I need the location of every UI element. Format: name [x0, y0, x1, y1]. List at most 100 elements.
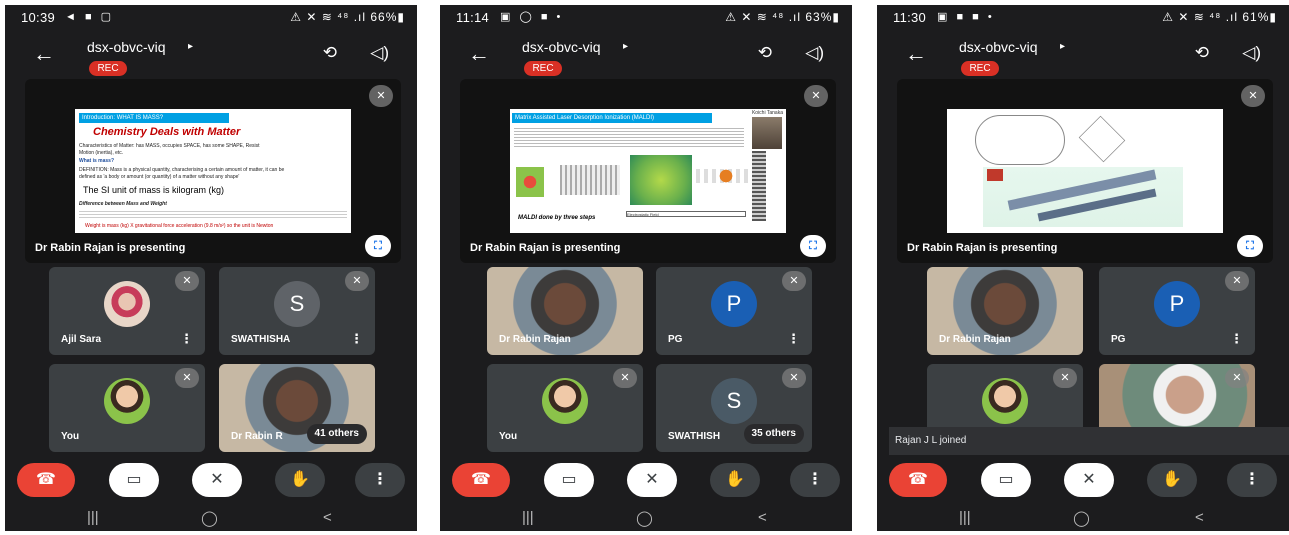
notification-icons: ▣ ■ ■ • [937, 11, 995, 23]
avatar: S [711, 377, 757, 424]
participant-name: You [499, 431, 518, 442]
camera-off-button[interactable]: ▭ [109, 463, 159, 497]
speaker-icon[interactable]: ◁) [805, 43, 824, 63]
more-options-icon[interactable]: ⋮ [787, 331, 800, 347]
switch-camera-icon[interactable]: ⟲ [758, 43, 772, 63]
nav-back-icon[interactable]: < [758, 509, 767, 526]
recording-badge: REC [524, 61, 562, 76]
meeting-code[interactable]: dsx-obvc-viq [959, 39, 1038, 55]
slide-diagram [516, 167, 544, 197]
meeting-code[interactable]: dsx-obvc-viq [522, 39, 601, 55]
participant-name: SWATHISHA [231, 334, 291, 345]
presenter-label: Dr Rabin Rajan is presenting [907, 242, 1058, 254]
participant-tile[interactable]: Dr Rabin R 41 others [219, 364, 375, 452]
slide-text: What is mass? [79, 158, 115, 164]
mic-off-icon: ✕ [1225, 271, 1249, 291]
slide-text: Difference between Mass and Weight [79, 201, 167, 207]
mic-off-icon: ✕ [782, 271, 806, 291]
camera-off-button[interactable]: ▭ [981, 463, 1031, 497]
recent-apps-icon[interactable]: ||| [522, 509, 534, 526]
raise-hand-button[interactable]: ✋ [275, 463, 325, 497]
avatar [104, 377, 150, 424]
switch-camera-icon[interactable]: ⟲ [1195, 43, 1209, 63]
phone-screen-3: 11:30 ▣ ■ ■ • ⚠ ✕ ≋ ⁴⁸ .ıl 61%▮ ← dsx-ob… [877, 5, 1289, 531]
participant-name: Dr Rabin R [231, 431, 283, 442]
end-call-button[interactable]: ☎ [452, 463, 510, 497]
fullscreen-icon[interactable]: ⛶ [365, 235, 391, 257]
mic-off-button[interactable]: ✕ [627, 463, 677, 497]
slide-text: Motion (inertia), etc. [79, 150, 124, 156]
status-bar: 11:14 ▣ ◯ ■ • ⚠ ✕ ≋ ⁴⁸ .ıl 63%▮ [440, 5, 852, 29]
participant-tile[interactable]: ✕ P PG ⋮ [1099, 267, 1255, 355]
avatar: P [711, 280, 757, 327]
meeting-code[interactable]: dsx-obvc-viq [87, 39, 166, 55]
participant-tile[interactable]: ✕ You [487, 364, 643, 452]
caret-right-icon[interactable]: ▸ [1060, 41, 1065, 52]
slide-portrait [752, 117, 782, 149]
join-notification: Rajan J L joined [889, 427, 1289, 455]
participant-tile[interactable]: Dr Rabin Rajan [487, 267, 643, 355]
participant-tile[interactable]: ✕ S SWATHISHA ⋮ [219, 267, 375, 355]
slide-diagram [560, 165, 620, 195]
speaker-icon[interactable]: ◁) [370, 43, 389, 63]
slide-logo [987, 169, 1003, 181]
raise-hand-button[interactable]: ✋ [1147, 463, 1197, 497]
slide-text: DEFINITION: Mass is a physical quantity,… [79, 167, 285, 173]
slide-paragraph [79, 209, 347, 219]
slide-si-unit: The SI unit of mass is kilogram (kg) [83, 185, 225, 195]
participant-tile[interactable]: ✕ You [49, 364, 205, 452]
end-call-button[interactable]: ☎ [889, 463, 947, 497]
participant-tile[interactable]: ✕ Ajil Sara ⋮ [49, 267, 205, 355]
recent-apps-icon[interactable]: ||| [959, 509, 971, 526]
notification-icons: ◄ ■ ▢ [65, 11, 115, 23]
end-call-button[interactable]: ☎ [17, 463, 75, 497]
home-icon[interactable]: ◯ [1073, 509, 1090, 527]
caret-right-icon[interactable]: ▸ [188, 41, 193, 52]
speaker-icon[interactable]: ◁) [1242, 43, 1261, 63]
home-icon[interactable]: ◯ [636, 509, 653, 527]
status-time: 11:30 [893, 10, 927, 25]
presentation-tile[interactable]: ✕ Matrix Assisted Laser Desorption Ioniz… [460, 79, 836, 263]
presentation-tile[interactable]: ✕ Dr Rabin Rajan is presenting ⛶ [897, 79, 1273, 263]
call-controls: ☎ ▭ ✕ ✋ ⋮ [877, 463, 1289, 501]
switch-camera-icon[interactable]: ⟲ [323, 43, 337, 63]
shared-slide [947, 109, 1223, 233]
back-arrow-icon[interactable]: ← [33, 41, 55, 67]
back-arrow-icon[interactable]: ← [905, 41, 927, 67]
fullscreen-icon[interactable]: ⛶ [800, 235, 826, 257]
caret-right-icon[interactable]: ▸ [623, 41, 628, 52]
android-nav-bar: ||| ◯ < [877, 505, 1289, 531]
mic-off-icon: ✕ [345, 271, 369, 291]
presentation-tile[interactable]: ✕ Introduction: WHAT IS MASS? Chemistry … [25, 79, 401, 263]
phone-screen-1: 10:39 ◄ ■ ▢ ⚠ ✕ ≋ ⁴⁸ .ıl 66%▮ ← dsx-obvc… [5, 5, 417, 531]
mic-off-button[interactable]: ✕ [192, 463, 242, 497]
back-arrow-icon[interactable]: ← [468, 41, 490, 67]
recording-badge: REC [89, 61, 127, 76]
recent-apps-icon[interactable]: ||| [87, 509, 99, 526]
status-indicators: ⚠ ✕ ≋ ⁴⁸ .ıl 63%▮ [725, 10, 840, 24]
raise-hand-button[interactable]: ✋ [710, 463, 760, 497]
participant-tile[interactable]: Dr Rabin Rajan [927, 267, 1083, 355]
nav-back-icon[interactable]: < [1195, 509, 1204, 526]
more-options-button[interactable]: ⋮ [355, 463, 405, 497]
participant-tile[interactable]: ✕ P PG ⋮ [656, 267, 812, 355]
participant-tile[interactable]: ✕ S SWATHISH 35 others [656, 364, 812, 452]
more-options-button[interactable]: ⋮ [790, 463, 840, 497]
fullscreen-icon[interactable]: ⛶ [1237, 235, 1263, 257]
home-icon[interactable]: ◯ [201, 509, 218, 527]
avatar: P [1154, 280, 1200, 327]
slide-diagram [975, 115, 1065, 165]
camera-off-button[interactable]: ▭ [544, 463, 594, 497]
more-options-icon[interactable]: ⋮ [180, 331, 193, 347]
nav-back-icon[interactable]: < [323, 509, 332, 526]
others-count-badge[interactable]: 35 others [743, 424, 804, 444]
more-options-icon[interactable]: ⋮ [350, 331, 363, 347]
more-options-button[interactable]: ⋮ [1227, 463, 1277, 497]
more-options-icon[interactable]: ⋮ [1230, 331, 1243, 347]
mic-off-icon: ✕ [804, 85, 828, 107]
slide-diagram [696, 169, 756, 183]
call-controls: ☎ ▭ ✕ ✋ ⋮ [5, 463, 417, 501]
others-count-badge[interactable]: 41 others [306, 424, 367, 444]
avatar [104, 280, 150, 327]
mic-off-button[interactable]: ✕ [1064, 463, 1114, 497]
